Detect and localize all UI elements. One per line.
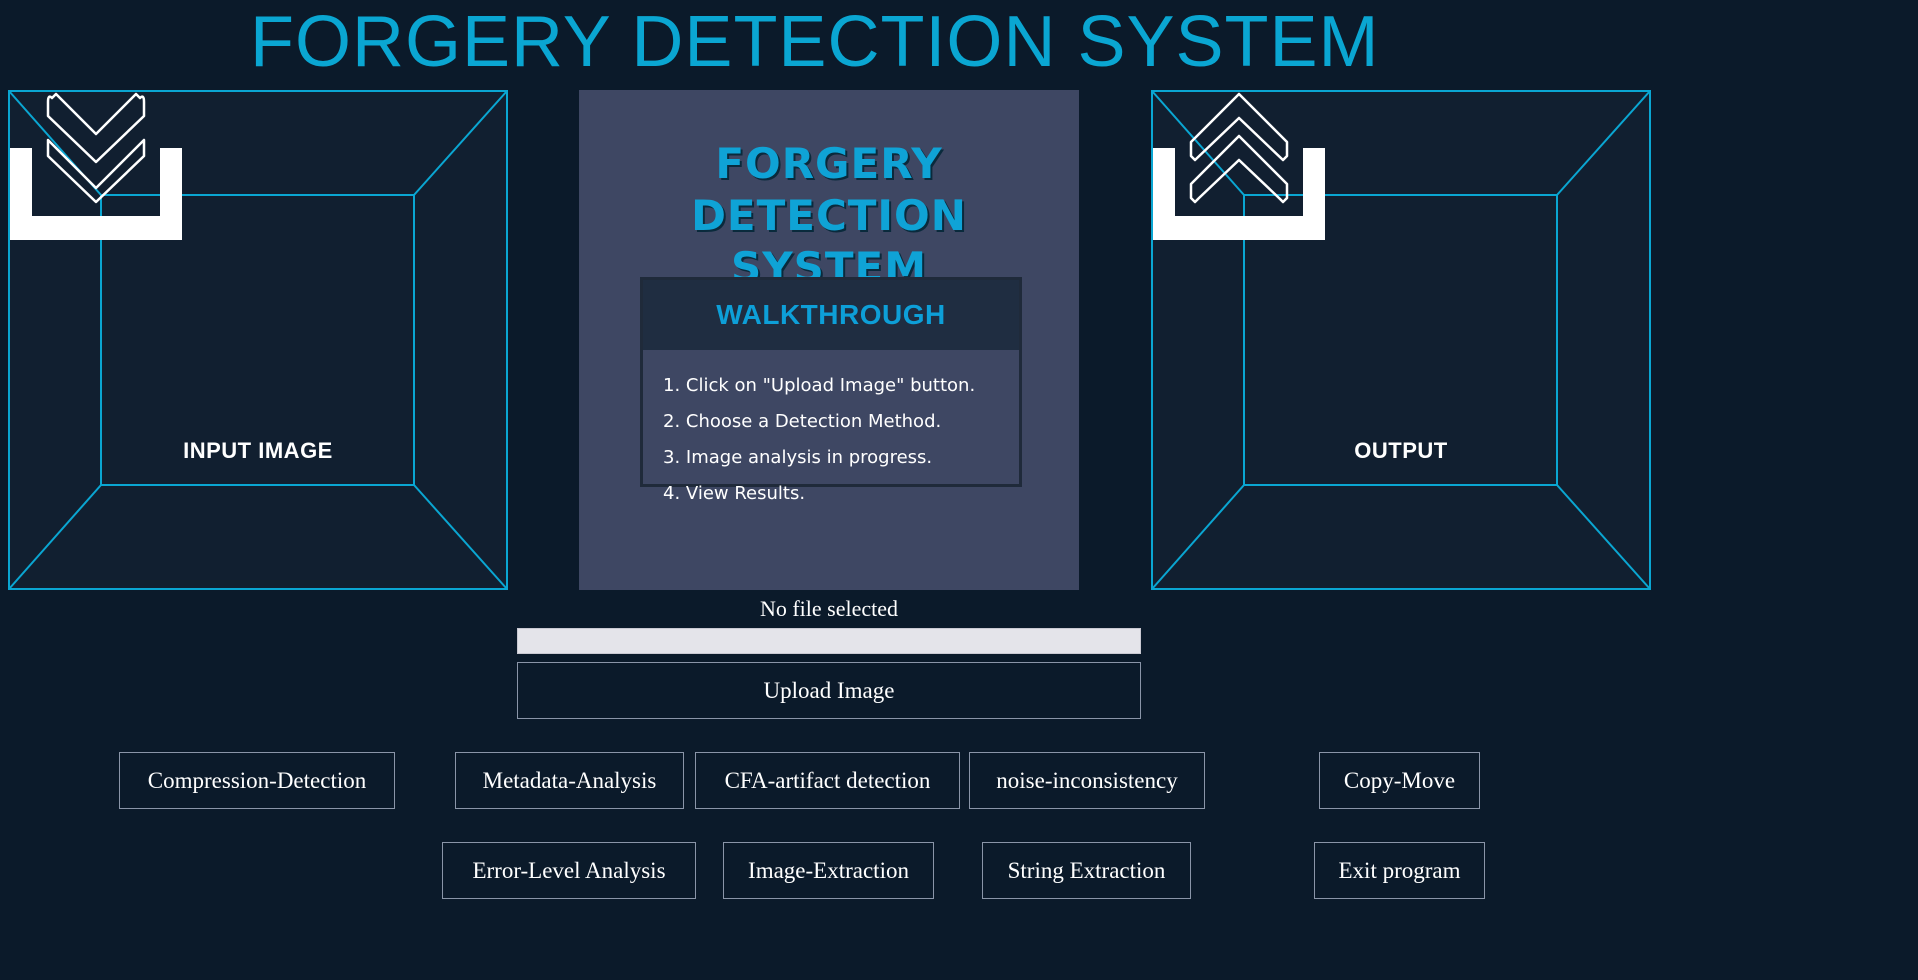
poster-title: FORGERY DETECTION SYSTEM [579,138,1079,294]
progress-bar [517,628,1141,654]
error-level-analysis-button[interactable]: Error-Level Analysis [442,842,696,899]
metadata-analysis-button[interactable]: Metadata-Analysis [455,752,684,809]
output-label: OUTPUT [1354,438,1448,463]
input-image-panel[interactable]: INPUT IMAGE [8,90,508,590]
app-title: FORGERY DETECTION SYSTEM [250,2,1380,82]
walkthrough-panel: FORGERY DETECTION SYSTEM WALKTHROUGH 1. … [579,90,1079,590]
noise-inconsistency-button[interactable]: noise-inconsistency [969,752,1205,809]
string-extraction-button[interactable]: String Extraction [982,842,1191,899]
poster-title-line1: FORGERY DETECTION [691,139,967,240]
walkthrough-step: 3. Image analysis in progress. [663,447,933,468]
walkthrough-step: 1. Click on "Upload Image" button. [663,375,976,396]
exit-program-button[interactable]: Exit program [1314,842,1485,899]
walkthrough-header: WALKTHROUGH [643,280,1019,350]
walkthrough-steps: 1. Click on "Upload Image" button. 2. Ch… [643,350,1019,512]
download-tray-icon [10,92,182,240]
walkthrough-step: 4. View Results. [663,483,806,504]
input-image-label: INPUT IMAGE [183,438,333,463]
copy-move-button[interactable]: Copy-Move [1319,752,1480,809]
image-extraction-button[interactable]: Image-Extraction [723,842,934,899]
output-panel[interactable]: OUTPUT [1151,90,1651,590]
cfa-artifact-detection-button[interactable]: CFA-artifact detection [695,752,960,809]
walkthrough-card: WALKTHROUGH 1. Click on "Upload Image" b… [640,277,1022,504]
compression-detection-button[interactable]: Compression-Detection [119,752,395,809]
file-status-label: No file selected [759,596,899,621]
upload-tray-icon [1153,92,1325,240]
upload-image-button[interactable]: Upload Image [517,662,1141,719]
walkthrough-step: 2. Choose a Detection Method. [663,411,942,432]
